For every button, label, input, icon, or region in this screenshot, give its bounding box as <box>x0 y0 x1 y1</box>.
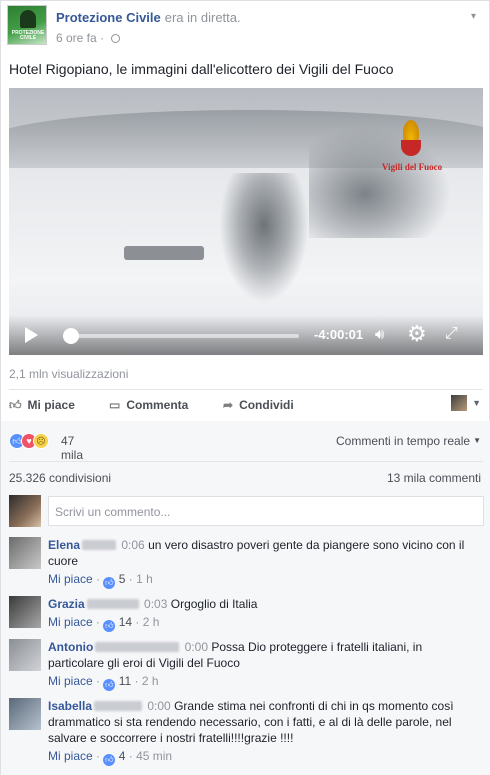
comment-like-link[interactable]: Mi piace <box>48 674 93 688</box>
redacted-surname <box>86 599 139 609</box>
comment-body: Elena 0:06 un vero disastro poveri gente… <box>48 537 478 589</box>
comment-like-count[interactable]: 11 <box>119 674 131 688</box>
page-name-line: Protezione Civile era in diretta. <box>56 10 241 25</box>
avatar <box>9 495 41 527</box>
divider <box>9 389 483 390</box>
thumbs-up-icon: 👍︎ <box>9 398 22 412</box>
thumbs-up-icon: 👍︎ <box>103 754 116 766</box>
post-meta: 6 ore fa · <box>56 31 121 45</box>
comment-like-count[interactable]: 4 <box>119 749 126 763</box>
commenter-name[interactable]: Isabella <box>48 699 92 713</box>
comment-count[interactable]: 13 mila commenti <box>387 471 481 485</box>
commenter-avatar[interactable] <box>9 639 41 671</box>
view-count: 2,1 mln visualizzazioni <box>9 367 129 381</box>
comment-order-dropdown[interactable]: Commenti in tempo reale ▼ <box>336 434 481 448</box>
progress-knob[interactable] <box>63 328 80 344</box>
comment-age[interactable]: 2 h <box>142 674 159 688</box>
commenter-avatar[interactable] <box>9 698 41 730</box>
caret-down-icon[interactable]: ▼ <box>472 398 481 408</box>
fullscreen-icon[interactable]: ⤢ <box>445 325 458 343</box>
time-remaining: -4:00:01 <box>314 327 364 342</box>
commenter-name[interactable]: Grazia <box>48 597 85 611</box>
comment-meta: Mi piace · 👍︎ 11 · 2 h <box>48 674 159 691</box>
video-building <box>124 246 204 260</box>
comment-order-label: Commenti in tempo reale <box>336 434 471 448</box>
divider <box>9 461 483 462</box>
progress-track[interactable] <box>64 334 299 338</box>
comment-like-link[interactable]: Mi piace <box>48 572 93 586</box>
comment-label: Commenta <box>126 398 189 412</box>
share-arrow-icon: ➦ <box>223 398 234 412</box>
commenter-name[interactable]: Elena <box>48 538 80 552</box>
thumbs-up-icon: 👍︎ <box>103 620 116 632</box>
page-name-link[interactable]: Protezione Civile <box>56 10 161 25</box>
vigili-del-fuoco-logo: Vigili del Fuoco <box>381 118 443 188</box>
comment-video-timestamp[interactable]: 0:03 <box>144 597 167 611</box>
post-header: PROTEZIONE CIVILE Protezione Civile era i… <box>7 5 485 51</box>
comment-text: Orgoglio di Italia <box>170 597 258 611</box>
comment-like-link[interactable]: Mi piace <box>48 749 93 763</box>
comment-age[interactable]: 2 h <box>143 615 160 629</box>
chevron-down-icon[interactable]: ▾ <box>471 11 483 23</box>
comment-body: Grazia 0:03 Orgoglio di Italia Mi piace … <box>48 596 478 632</box>
video-player[interactable]: Vigili del Fuoco -4:00:01 🔊︎ ⚙︎ ⤢ <box>9 88 483 355</box>
redacted-surname <box>94 701 143 711</box>
post-card: PROTEZIONE CIVILE Protezione Civile era i… <box>0 0 490 775</box>
volume-icon[interactable]: 🔊︎ <box>375 326 384 343</box>
share-button[interactable]: ➦ Condividi <box>223 398 294 412</box>
separator-dot: · <box>100 31 108 45</box>
thumbs-up-icon: 👍︎ <box>103 577 116 589</box>
actor-avatar[interactable] <box>451 395 467 411</box>
comment-like-link[interactable]: Mi piace <box>48 615 93 629</box>
caret-down-icon: ▼ <box>473 436 481 445</box>
globe-icon <box>111 34 121 43</box>
watermark-text: Vigili del Fuoco <box>381 162 443 172</box>
gear-icon[interactable]: ⚙︎ <box>407 323 427 345</box>
comment-icon: ▭ <box>109 398 121 412</box>
video-controls: -4:00:01 🔊︎ ⚙︎ ⤢ <box>9 315 483 355</box>
commenter-avatar[interactable] <box>9 537 41 569</box>
comment-like-count[interactable]: 5 <box>119 572 126 586</box>
commenter-name[interactable]: Antonio <box>48 640 93 654</box>
comment-body: Isabella 0:00 Grande stima nei confronti… <box>48 698 478 766</box>
video-tree <box>219 173 309 303</box>
play-icon[interactable] <box>25 327 38 343</box>
share-label: Condividi <box>239 398 294 412</box>
comment-button[interactable]: ▭ Commenta <box>109 398 188 412</box>
sad-reaction-icon: ☹ <box>33 433 49 449</box>
action-bar: 👍︎ Mi piace ▭ Commenta ➦ Condividi ▼ <box>9 393 483 419</box>
reaction-count[interactable]: 47 mila <box>61 434 83 462</box>
comment-meta: Mi piace · 👍︎ 5 · 1 h <box>48 572 153 589</box>
redacted-surname <box>82 540 117 550</box>
comment-input[interactable]: Scrivi un commento... <box>48 496 484 526</box>
commenter-avatar[interactable] <box>9 596 41 628</box>
comment-meta: Mi piace · 👍︎ 14 · 2 h <box>48 615 160 632</box>
comment-video-timestamp[interactable]: 0:00 <box>185 640 208 654</box>
redacted-surname <box>95 642 180 652</box>
comment-video-timestamp[interactable]: 0:06 <box>121 538 144 552</box>
avatar-text: PROTEZIONE CIVILE <box>11 30 45 41</box>
post-text: Hotel Rigopiano, le immagini dall'elicot… <box>9 61 394 77</box>
post-time[interactable]: 6 ore fa <box>56 31 97 45</box>
comment-meta: Mi piace · 👍︎ 4 · 45 min <box>48 749 173 766</box>
emblem-shield <box>401 140 421 156</box>
comment-like-count[interactable]: 14 <box>119 615 132 629</box>
comment-video-timestamp[interactable]: 0:00 <box>147 699 170 713</box>
avatar-figure <box>20 10 36 28</box>
comment-age[interactable]: 1 h <box>136 572 153 586</box>
comment-age[interactable]: 45 min <box>136 749 172 763</box>
live-status: era in diretta. <box>164 10 241 25</box>
thumbs-up-icon: 👍︎ <box>103 679 116 691</box>
page-avatar[interactable]: PROTEZIONE CIVILE <box>7 5 47 45</box>
comment-body: Antonio 0:00 Possa Dio proteggere i frat… <box>48 639 478 691</box>
like-label: Mi piace <box>27 398 75 412</box>
share-count[interactable]: 25.326 condivisioni <box>9 471 111 485</box>
like-button[interactable]: 👍︎ Mi piace <box>9 398 75 413</box>
